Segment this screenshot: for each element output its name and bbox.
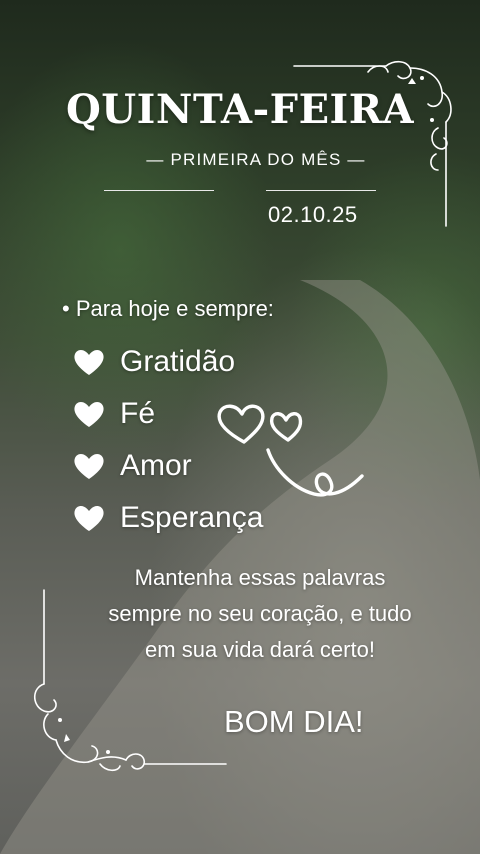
message-line: em sua vida dará certo! — [145, 637, 375, 662]
word-label: Amor — [120, 449, 192, 482]
word-label: Esperança — [120, 501, 264, 534]
word-label: Gratidão — [120, 345, 236, 378]
heart-icon — [74, 454, 104, 479]
date-label: 02.10.25 — [268, 202, 358, 227]
story-card: QUINTA-FEIRA — PRIMEIRA DO MÊS — 02.10.2… — [0, 0, 480, 854]
heart-icon — [74, 350, 104, 375]
word-item-faith: Fé — [72, 394, 155, 434]
intro-text: • Para hoje e sempre: — [62, 296, 274, 321]
message-text: Mantenha essas palavras sempre no seu co… — [40, 560, 480, 668]
divider-right — [266, 190, 376, 191]
message-line: sempre no seu coração, e tudo — [108, 601, 412, 626]
greeting-text: BOM DIA! — [224, 704, 364, 739]
divider-left — [104, 190, 214, 191]
message-line: Mantenha essas palavras — [134, 565, 386, 590]
page-title: QUINTA-FEIRA — [65, 86, 415, 133]
subtitle: — PRIMEIRA DO MÊS — — [146, 150, 366, 169]
heart-icon — [74, 402, 104, 427]
word-item-love: Amor — [72, 446, 192, 486]
heart-icon — [74, 506, 104, 531]
doodle-hearts-icon — [217, 404, 364, 497]
word-label: Fé — [120, 397, 156, 430]
word-item-gratitude: Gratidão — [72, 342, 235, 382]
